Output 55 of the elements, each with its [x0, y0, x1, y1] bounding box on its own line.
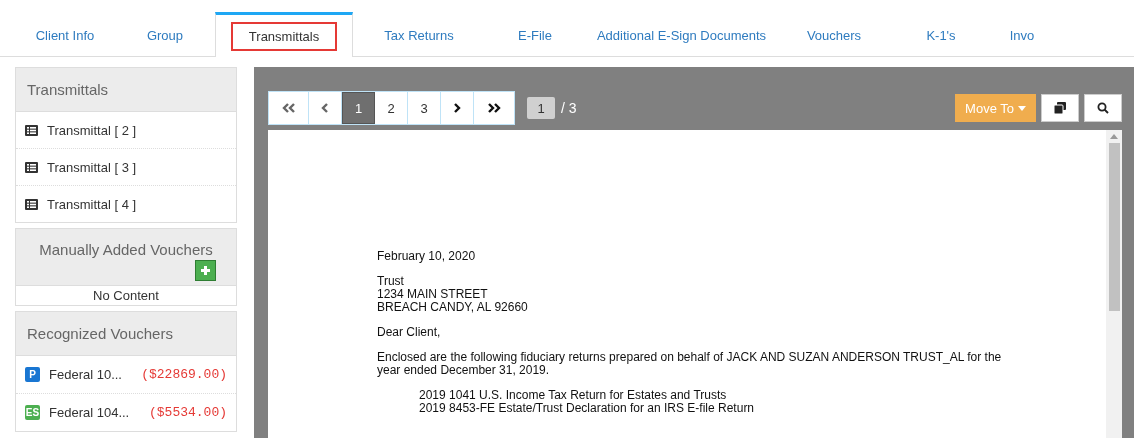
transmittal-link[interactable]: Transmittal [ 2 ]: [47, 122, 137, 138]
list-icon: [25, 198, 38, 210]
letter-text: 2019 1041 U.S. Income Tax Return for Estates and Trusts: [419, 388, 727, 402]
panel-title: Recognized Vouchers: [16, 312, 236, 356]
voucher-amount: ($22869.00): [141, 367, 227, 382]
tab[interactable]: Additional E-Sign Documents: [585, 12, 778, 56]
previous-page-button[interactable]: [309, 92, 342, 124]
search-icon: [1097, 102, 1109, 114]
voucher-link[interactable]: Federal 104...: [49, 405, 130, 420]
letter-text: 2019 8453-FE Estate/Trust Declaration for an IRS E-file Return: [419, 401, 755, 415]
list-icon: [25, 161, 38, 173]
last-page-button[interactable]: [474, 92, 514, 124]
letter-text: BREACH CANDY, AL 92660: [377, 300, 528, 314]
tab[interactable]: Tax Returns: [353, 12, 485, 56]
tab[interactable]: Group: [115, 12, 215, 56]
page-button[interactable]: 2: [375, 92, 408, 124]
first-page-button[interactable]: [269, 92, 309, 124]
letter-text: Enclosed are the following fiduciary returns prepared on behalf of JACK AND SUZAN ANDERSON TRUST_AL for the year ended December 31, 2019.: [377, 350, 1002, 377]
stacked-pages-icon: [1054, 102, 1066, 114]
voucher-amount: ($5534.00): [149, 405, 227, 420]
tab[interactable]: Transmittals: [215, 12, 353, 57]
tab[interactable]: Vouchers: [778, 12, 890, 56]
chevron-left-icon: [321, 103, 329, 113]
search-button[interactable]: [1084, 94, 1122, 122]
double-chevron-right-icon: [487, 103, 501, 113]
copy-button[interactable]: [1041, 94, 1079, 122]
scroll-up-icon: [1110, 134, 1118, 139]
caret-icon: [1018, 105, 1026, 111]
double-chevron-left-icon: [281, 103, 296, 113]
panel-title: Transmittals: [16, 68, 236, 112]
voucher-badge: P: [25, 367, 40, 382]
page-button[interactable]: 1: [342, 92, 375, 124]
tab[interactable]: E-File: [485, 12, 585, 56]
panel-title: Manually Added Vouchers: [38, 241, 214, 258]
letter-text: 1234 MAIN STREET: [377, 287, 488, 301]
transmittal-link[interactable]: Transmittal [ 3 ]: [47, 159, 137, 175]
page-button[interactable]: 3: [408, 92, 441, 124]
voucher-badge: ES: [25, 405, 40, 420]
voucher-link[interactable]: Federal 10...: [49, 367, 122, 382]
page-number-field[interactable]: 1: [527, 97, 555, 119]
add-button[interactable]: [195, 260, 216, 281]
page-total: / 3: [561, 100, 577, 116]
tab[interactable]: Invo: [992, 12, 1052, 56]
letter-text: February 10, 2020: [377, 249, 476, 263]
letter-text: Trust: [377, 274, 404, 288]
list-icon: [25, 124, 38, 136]
transmittal-link[interactable]: Transmittal [ 4 ]: [47, 196, 137, 212]
tab[interactable]: K-1's: [890, 12, 992, 56]
letter-text: Dear Client,: [377, 325, 441, 339]
chevron-right-icon: [453, 103, 461, 113]
scrollbar[interactable]: [1106, 130, 1122, 438]
tab[interactable]: Client Info: [15, 12, 115, 56]
empty-message: No Content: [92, 287, 160, 305]
plus-icon: [200, 265, 211, 276]
next-page-button[interactable]: [441, 92, 474, 124]
